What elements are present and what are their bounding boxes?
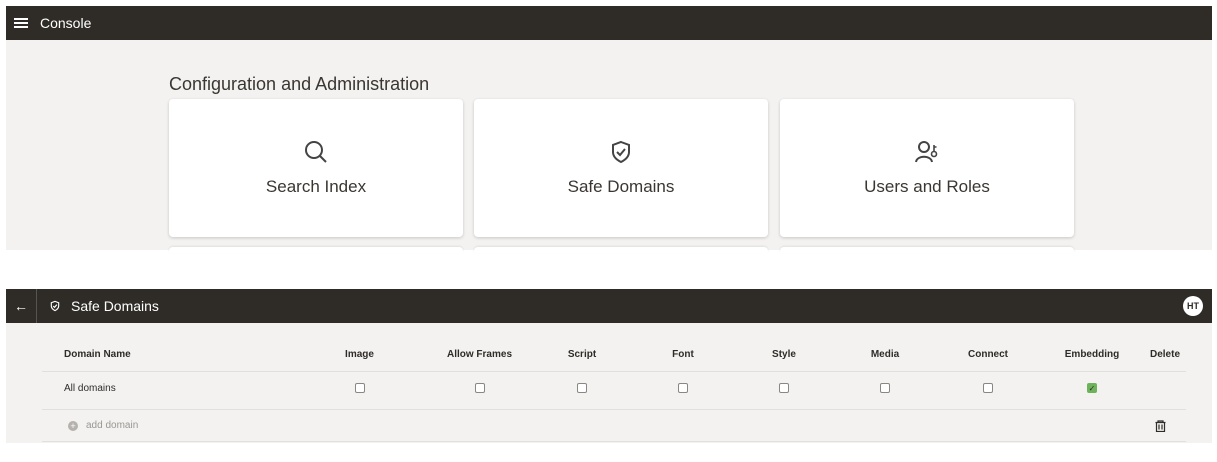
col-allow-frames: Allow Frames: [446, 349, 513, 361]
add-domain-row: + add domain: [42, 409, 1186, 442]
connect-checkbox[interactable]: [983, 383, 993, 394]
style-checkbox[interactable]: [779, 383, 789, 394]
font-checkbox[interactable]: [678, 383, 688, 394]
media-checkbox[interactable]: [880, 383, 890, 394]
shield-check-icon: [50, 300, 60, 312]
hamburger-menu-icon[interactable]: [14, 16, 28, 30]
safe-domains-panel: ← Safe Domains HT Domain Name Image Allo…: [6, 289, 1212, 443]
card-partial: [780, 247, 1074, 253]
avatar[interactable]: HT: [1183, 296, 1203, 316]
domain-name: All domains: [42, 370, 292, 405]
card-partial: [169, 247, 463, 253]
card-label: Search Index: [265, 177, 367, 196]
safe-domains-title: Safe Domains: [71, 298, 159, 314]
card-label: Safe Domains: [567, 177, 675, 196]
trash-icon[interactable]: [1155, 420, 1166, 432]
console-title: Console: [40, 15, 92, 31]
col-domain-name: Domain Name: [64, 349, 131, 361]
add-domain-label: add domain: [86, 420, 139, 431]
domains-table: Domain Name Image Allow Frames Script Fo…: [42, 339, 1186, 405]
safe-domains-card[interactable]: Safe Domains: [474, 99, 768, 237]
user-key-icon: [915, 141, 938, 163]
search-icon: [305, 141, 327, 163]
col-connect: Connect: [968, 349, 1008, 361]
console-panel: Console Configuration and Administration…: [6, 6, 1212, 253]
col-style: Style: [772, 349, 796, 361]
allow-frames-checkbox[interactable]: [474, 383, 485, 394]
search-index-card[interactable]: Search Index: [169, 99, 463, 237]
users-and-roles-card[interactable]: Users and Roles: [780, 99, 1074, 237]
shield-check-icon: [612, 140, 630, 164]
plus-circle-icon: +: [68, 420, 78, 431]
card-label: Users and Roles: [864, 177, 990, 196]
col-image: Image: [345, 349, 374, 361]
table-row: All domains ✓: [42, 370, 1186, 405]
image-checkbox[interactable]: [354, 383, 365, 394]
card-partial: [474, 247, 768, 253]
col-delete: Delete: [1149, 349, 1180, 361]
col-script: Script: [567, 349, 597, 361]
col-media: Media: [870, 349, 900, 361]
page-heading: Configuration and Administration: [169, 74, 430, 94]
col-embedding: Embedding: [1064, 349, 1120, 361]
add-domain-button[interactable]: + add domain: [68, 420, 138, 431]
console-header: Console: [6, 6, 1212, 40]
col-font: Font: [672, 349, 694, 361]
embedding-checkbox[interactable]: ✓: [1087, 383, 1097, 394]
script-checkbox[interactable]: [577, 383, 587, 394]
back-arrow-icon[interactable]: ←: [6, 289, 37, 323]
safe-domains-header: ← Safe Domains HT: [6, 289, 1212, 323]
table-header-row: Domain Name Image Allow Frames Script Fo…: [42, 339, 1186, 371]
